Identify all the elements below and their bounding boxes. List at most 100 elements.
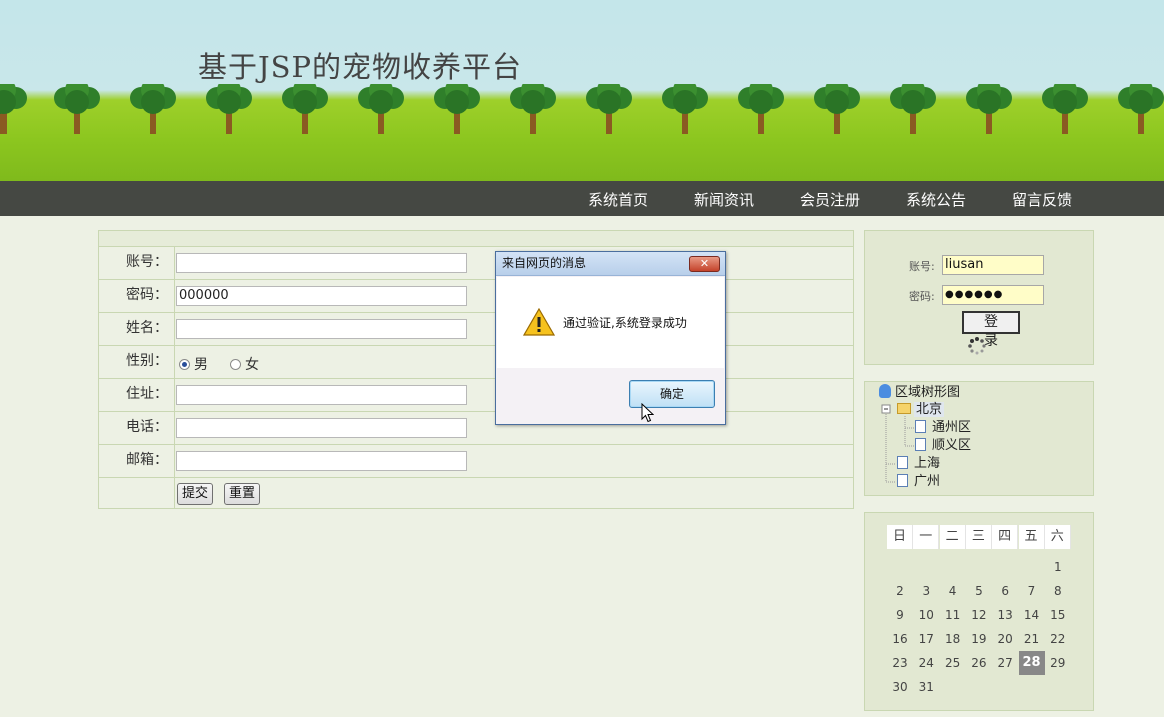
account-input[interactable]: [176, 253, 467, 273]
calendar-day[interactable]: 4: [940, 579, 966, 603]
nav-announcements[interactable]: 系统公告: [906, 189, 966, 210]
tree-node-guangzhou[interactable]: 广州: [897, 474, 940, 490]
account-row: 账号：: [99, 247, 853, 280]
login-account-label: 账号:: [909, 260, 935, 273]
calendar-weekday-header: 六: [1044, 525, 1071, 549]
gender-female-label: 女: [245, 357, 259, 373]
calendar-day[interactable]: 3: [913, 579, 939, 603]
tree-node-beijing[interactable]: 北京: [897, 402, 945, 418]
nav-news[interactable]: 新闻资讯: [694, 189, 754, 210]
calendar-day[interactable]: 20: [992, 627, 1018, 651]
alert-dialog: 来自网页的消息 ✕ 通过验证,系统登录成功 确定: [495, 251, 726, 425]
calendar-weekday-header: 三: [965, 525, 992, 549]
login-button[interactable]: 登 录: [962, 311, 1020, 349]
calendar-weekday-header: 二: [939, 525, 966, 549]
calendar-weekday-header: 四: [992, 525, 1019, 549]
page-icon: [897, 474, 908, 487]
calendar-day[interactable]: 13: [992, 603, 1018, 627]
actions-row: 提交 重置: [99, 478, 853, 509]
tree-node-shanghai[interactable]: 上海: [897, 456, 940, 472]
calendar-day[interactable]: 10: [913, 603, 939, 627]
calendar-day[interactable]: 15: [1045, 603, 1071, 627]
nav-register[interactable]: 会员注册: [800, 189, 860, 210]
calendar-day[interactable]: 5: [966, 579, 992, 603]
calendar-day[interactable]: 12: [966, 603, 992, 627]
calendar-day[interactable]: 2: [887, 579, 913, 603]
email-row: 邮箱：: [99, 445, 853, 478]
password-row: 密码： 000000: [99, 280, 853, 313]
account-label: 账号：: [99, 247, 175, 279]
site-title: 基于JSP的宠物收养平台: [198, 50, 523, 84]
nav-feedback[interactable]: 留言反馈: [1012, 189, 1072, 210]
calendar-day[interactable]: 31: [913, 675, 939, 699]
calendar-day[interactable]: 17: [913, 627, 939, 651]
folder-open-icon: [897, 403, 911, 414]
calendar-day[interactable]: 24: [913, 651, 939, 675]
gender-male-label: 男: [194, 357, 208, 373]
phone-input[interactable]: [176, 418, 467, 438]
tree-node-shunyi[interactable]: 顺义区: [915, 438, 971, 454]
calendar-day[interactable]: 26: [966, 651, 992, 675]
calendar-day[interactable]: 14: [1019, 603, 1045, 627]
page-icon: [915, 438, 926, 451]
calendar-day[interactable]: 8: [1045, 579, 1071, 603]
calendar-day[interactable]: 1: [1045, 555, 1071, 579]
login-account-input[interactable]: liusan: [942, 255, 1044, 275]
calendar-day[interactable]: 22: [1045, 627, 1071, 651]
tree-node-tongzhou[interactable]: 通州区: [915, 420, 971, 436]
dialog-body: 通过验证,系统登录成功: [497, 277, 724, 368]
calendar-day[interactable]: 25: [940, 651, 966, 675]
mouse-cursor-icon: [641, 403, 654, 423]
dialog-close-button[interactable]: ✕: [689, 256, 720, 272]
name-input[interactable]: [176, 319, 467, 339]
calendar-day[interactable]: 23: [887, 651, 913, 675]
calendar-day[interactable]: 18: [940, 627, 966, 651]
address-row: 住址：: [99, 379, 853, 412]
tree-node-shanghai-label: 上海: [914, 456, 941, 471]
address-label: 住址：: [99, 379, 175, 411]
phone-row: 电话：: [99, 412, 853, 445]
calendar-day[interactable]: 16: [887, 627, 913, 651]
calendar-day[interactable]: 30: [887, 675, 913, 699]
calendar-weekday-header: 日: [887, 525, 913, 549]
gender-male-radio[interactable]: 男: [179, 354, 208, 374]
tree-node-tongzhou-label: 通州区: [932, 420, 972, 435]
calendar-day-today[interactable]: 28: [1018, 651, 1045, 675]
tree-row-decoration: [0, 84, 1164, 134]
gender-row: 性别： 男 女: [99, 346, 853, 379]
actions-label-cell: [99, 478, 175, 509]
calendar-day[interactable]: 29: [1045, 651, 1071, 675]
calendar-weekday-header: 五: [1018, 525, 1045, 549]
phone-label: 电话：: [99, 412, 175, 444]
submit-button[interactable]: 提交: [177, 483, 213, 505]
calendar-day[interactable]: 11: [940, 603, 966, 627]
tree-root-label: 区域树形图: [895, 385, 961, 400]
calendar-day[interactable]: 6: [992, 579, 1018, 603]
login-password-label: 密码:: [909, 290, 935, 303]
calendar-day[interactable]: 21: [1019, 627, 1045, 651]
page-icon: [897, 456, 908, 469]
tree-node-shunyi-label: 顺义区: [932, 438, 972, 453]
calendar-day[interactable]: 19: [966, 627, 992, 651]
email-label: 邮箱：: [99, 445, 175, 477]
globe-icon: [879, 384, 891, 398]
loading-spinner-icon: [968, 337, 986, 355]
gender-label: 性别：: [99, 346, 175, 378]
email-input[interactable]: [176, 451, 467, 471]
login-panel: 账号: liusan 密码: ●●●●●● 登 录: [864, 230, 1094, 365]
address-input[interactable]: [176, 385, 467, 405]
site-banner: 基于JSP的宠物收养平台: [0, 0, 1164, 181]
gender-female-radio[interactable]: 女: [230, 354, 259, 374]
name-row: 姓名：: [99, 313, 853, 346]
login-password-input[interactable]: ●●●●●●: [942, 285, 1044, 305]
nav-home[interactable]: 系统首页: [588, 189, 648, 210]
reset-button[interactable]: 重置: [224, 483, 260, 505]
calendar-day[interactable]: 9: [887, 603, 913, 627]
calendar-day[interactable]: 7: [1019, 579, 1045, 603]
form-header: [99, 231, 853, 247]
calendar-day[interactable]: 27: [992, 651, 1018, 675]
password-input[interactable]: 000000: [176, 286, 467, 306]
name-label: 姓名：: [99, 313, 175, 345]
tree-root[interactable]: 区域树形图: [879, 384, 960, 401]
tree-node-guangzhou-label: 广州: [914, 474, 941, 489]
